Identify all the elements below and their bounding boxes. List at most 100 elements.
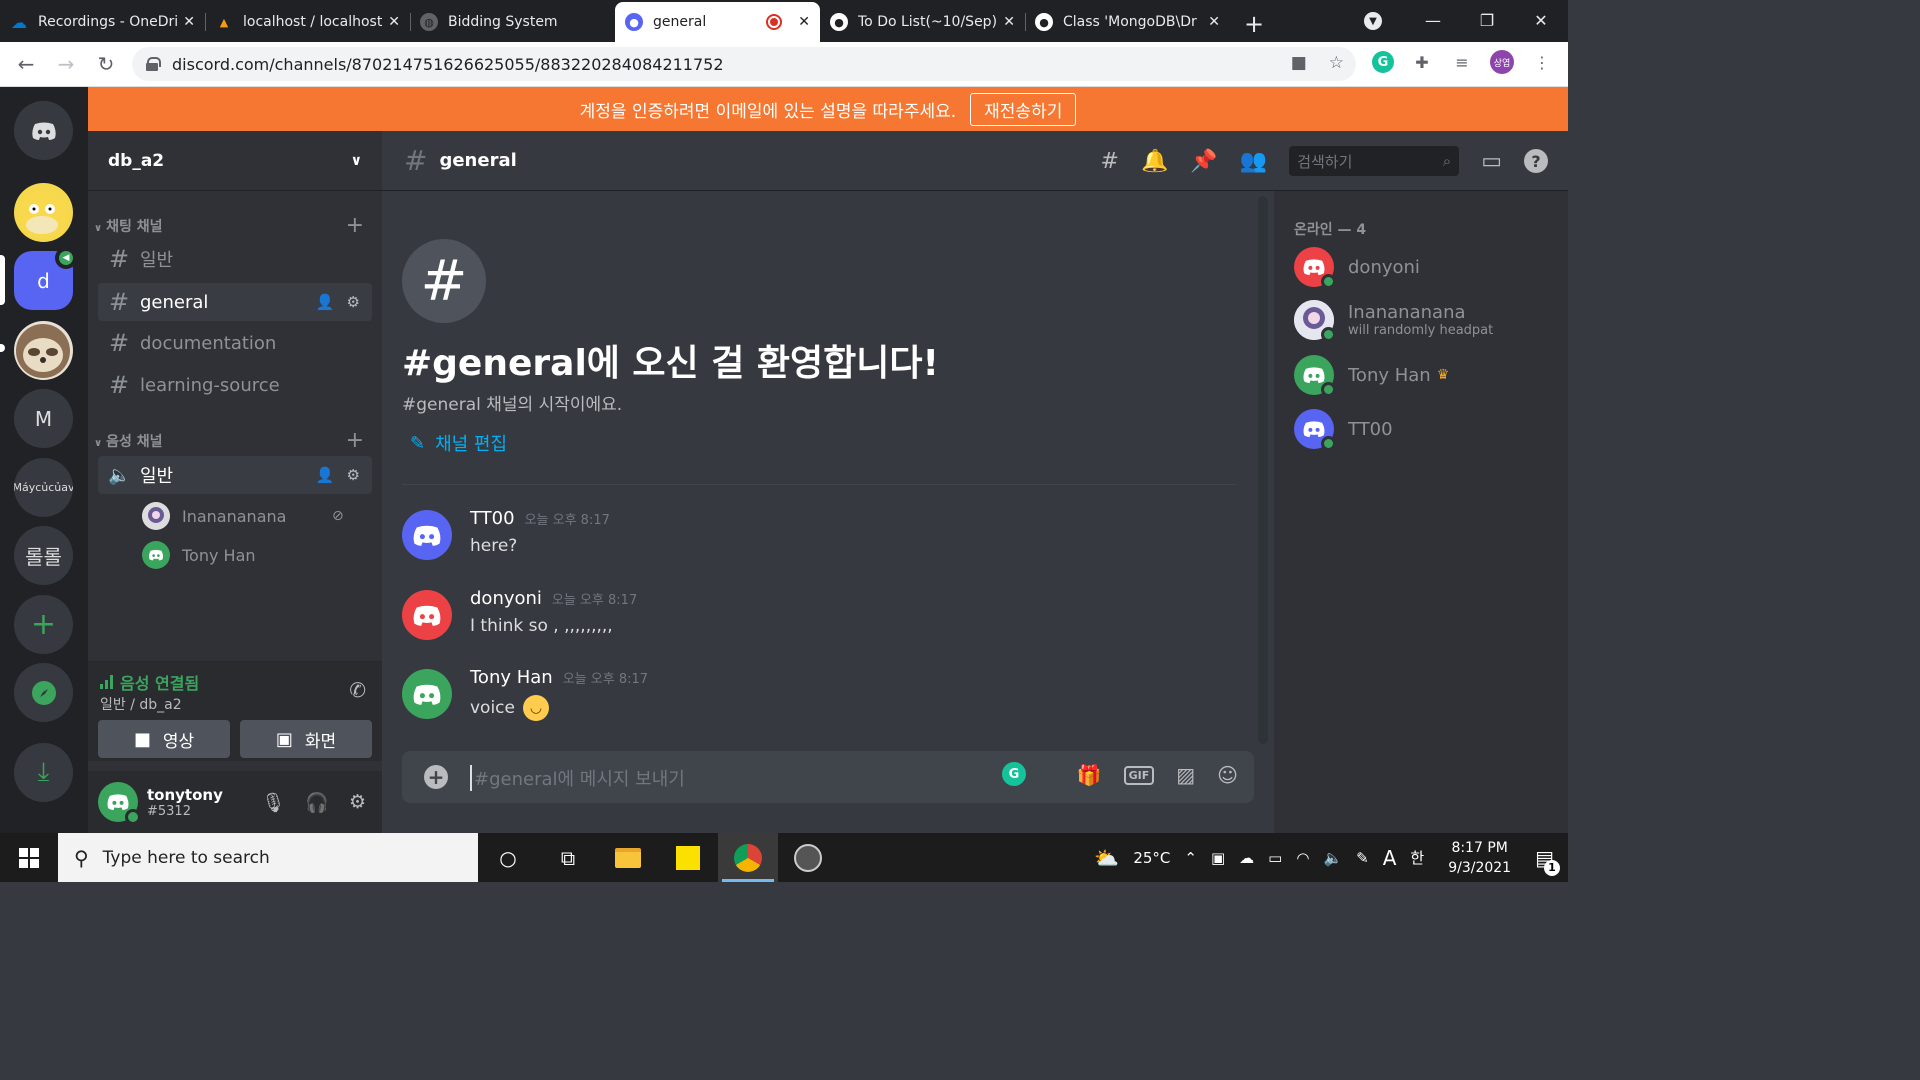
author-name[interactable]: TT00 <box>470 508 515 529</box>
new-tab-button[interactable]: + <box>1244 10 1264 38</box>
voice-location[interactable]: 일반 / db_a2 <box>100 694 182 714</box>
help-icon[interactable]: ? <box>1524 149 1548 173</box>
gift-icon[interactable]: 🎁 <box>1077 763 1102 787</box>
grammarly-icon[interactable]: G <box>1372 51 1394 73</box>
add-server-icon[interactable]: + <box>14 595 73 654</box>
elephant-app-icon[interactable] <box>778 833 838 882</box>
gear-icon[interactable]: ⚙ <box>349 791 366 814</box>
address-bar[interactable]: discord.com/channels/870214751626625055/… <box>132 47 1356 81</box>
message[interactable]: Tony Han 오늘 오후 8:17 voice ◡ <box>402 667 1242 727</box>
member-item[interactable]: donyoni <box>1294 247 1420 289</box>
pin-icon[interactable]: 📌 <box>1190 149 1217 174</box>
message[interactable]: TT00 오늘 오후 8:17 here? <box>402 508 1242 568</box>
close-icon[interactable]: ✕ <box>1003 14 1015 30</box>
sticky-notes-icon[interactable] <box>658 833 718 882</box>
grammarly-icon[interactable]: G <box>1002 762 1026 786</box>
explore-icon[interactable] <box>14 663 73 722</box>
message[interactable]: donyoni 오늘 오후 8:17 I think so , ,,,,,,,,, <box>402 588 1242 648</box>
extensions-puzzle-icon[interactable]: ✚ <box>1410 50 1434 74</box>
member-item[interactable]: TT00 <box>1294 409 1393 451</box>
tab-onedrive[interactable]: ☁ Recordings - OneDrive ✕ <box>0 4 205 40</box>
message-composer[interactable]: + #general에 메시지 보내기 G 🎁 GIF ▨ ☺ <box>402 751 1254 803</box>
pen-icon[interactable]: ✎ <box>1356 849 1369 867</box>
disconnect-icon[interactable]: ✆ <box>349 678 366 702</box>
bell-icon[interactable]: 🔔 <box>1141 149 1168 174</box>
weather-icon[interactable]: ⛅ <box>1094 846 1119 870</box>
headphones-icon[interactable]: 🎧 <box>305 791 329 814</box>
profile-avatar[interactable]: 상엽 <box>1490 50 1514 74</box>
back-icon[interactable]: ← <box>6 52 46 76</box>
tab-todo-github[interactable]: ● To Do List(~10/Sep) ✕ <box>820 4 1025 40</box>
voice-user[interactable]: Tony Han <box>142 541 256 569</box>
screen-record-icon[interactable]: ▣ <box>1211 849 1225 867</box>
forward-icon[interactable]: → <box>46 52 86 76</box>
server-psyduck[interactable] <box>14 183 73 242</box>
tab-search-icon[interactable]: ▼ <box>1364 12 1382 30</box>
member-list-icon[interactable]: 👥 <box>1240 149 1267 174</box>
close-icon[interactable]: ✕ <box>388 14 400 30</box>
voice-status[interactable]: 음성 연결됨 <box>100 670 199 694</box>
camera-icon[interactable]: ■ <box>1291 53 1307 73</box>
bookmark-star-icon[interactable]: ☆ <box>1329 53 1344 73</box>
channel-documentation[interactable]: # documentation <box>98 324 372 362</box>
sticker-icon[interactable]: ▨ <box>1176 763 1195 787</box>
avatar[interactable] <box>402 590 452 640</box>
channel-ilban[interactable]: # 일반 <box>98 240 372 278</box>
server-sloth[interactable] <box>14 321 73 380</box>
start-button[interactable] <box>0 833 58 882</box>
close-icon[interactable]: ✕ <box>1208 14 1220 30</box>
minimize-icon[interactable]: — <box>1406 0 1460 40</box>
search-input[interactable]: 검색하기 ⌕ <box>1289 146 1460 176</box>
composer-placeholder[interactable]: #general에 메시지 보내기 <box>470 765 685 791</box>
video-button[interactable]: ■ 영상 <box>98 720 230 758</box>
onedrive-icon[interactable]: ☁ <box>1239 849 1254 867</box>
temperature[interactable]: 25°C <box>1133 849 1170 867</box>
gif-button[interactable]: GIF <box>1123 765 1155 785</box>
media-control-icon[interactable]: ≡ <box>1450 50 1474 74</box>
ime-mode[interactable]: A <box>1383 846 1397 870</box>
tab-bidding-system[interactable]: ◍ Bidding System <box>410 4 615 40</box>
add-channel-icon[interactable]: + <box>346 213 364 238</box>
chat-scrollbar[interactable] <box>1258 196 1268 744</box>
ime-korean[interactable]: 한 <box>1410 847 1424 868</box>
close-icon[interactable]: ✕ <box>183 14 195 30</box>
cortana-icon[interactable]: ○ <box>478 833 538 882</box>
inbox-icon[interactable]: ▭ <box>1481 149 1502 174</box>
server-header[interactable]: db_a2 ∨ <box>88 131 382 191</box>
channel-learning-source[interactable]: # learning-source <box>98 366 372 404</box>
gear-icon[interactable]: ⚙ <box>347 466 360 484</box>
tab-mongodb-github[interactable]: ● Class 'MongoDB\Dr ✕ <box>1025 4 1230 40</box>
message-author[interactable]: donyoni 오늘 오후 8:17 <box>470 588 637 609</box>
clock[interactable]: 8:17 PM 9/3/2021 <box>1448 838 1511 878</box>
invite-icon[interactable]: 👤 <box>316 293 335 311</box>
message-author[interactable]: TT00 오늘 오후 8:17 <box>470 508 610 529</box>
download-icon[interactable]: ⤓ <box>14 743 73 802</box>
edit-channel-link[interactable]: ✎ 채널 편집 <box>410 430 507 456</box>
upload-plus-icon[interactable]: + <box>424 765 448 789</box>
volume-icon[interactable]: 🔈 <box>1323 849 1342 867</box>
close-window-icon[interactable]: ✕ <box>1514 0 1568 40</box>
avatar[interactable] <box>402 669 452 719</box>
discord-home-icon[interactable] <box>14 101 73 160</box>
voice-user[interactable]: Inanananana ⊘ <box>142 502 344 530</box>
microphone-icon[interactable]: 🎙 <box>261 791 285 814</box>
add-channel-icon[interactable]: + <box>346 428 364 453</box>
resend-button[interactable]: 재전송하기 <box>970 92 1077 126</box>
message-author[interactable]: Tony Han 오늘 오후 8:17 <box>470 667 648 688</box>
reload-icon[interactable]: ↻ <box>86 52 126 76</box>
tab-localhost[interactable]: ▲ localhost / localhost ✕ <box>205 4 410 40</box>
author-name[interactable]: donyoni <box>470 588 542 609</box>
channel-general[interactable]: # general 👤 ⚙ <box>98 283 372 321</box>
member-item[interactable]: Tony Han ♛ <box>1294 355 1449 397</box>
screen-share-button[interactable]: ▣ 화면 <box>240 720 372 758</box>
task-view-icon[interactable]: ⧉ <box>538 833 598 882</box>
invite-icon[interactable]: 👤 <box>316 466 335 484</box>
battery-icon[interactable]: ▭ <box>1268 849 1282 867</box>
emoji-icon[interactable]: ☺ <box>1217 763 1238 787</box>
chrome-icon[interactable] <box>718 833 778 882</box>
server-rolrol[interactable]: 롤롤 <box>14 526 73 585</box>
close-icon[interactable]: ✕ <box>798 14 810 30</box>
voice-channel-category[interactable]: ∨ 음성 채널 + <box>94 428 364 453</box>
restore-icon[interactable]: ❐ <box>1460 0 1514 40</box>
gear-icon[interactable]: ⚙ <box>347 293 360 311</box>
